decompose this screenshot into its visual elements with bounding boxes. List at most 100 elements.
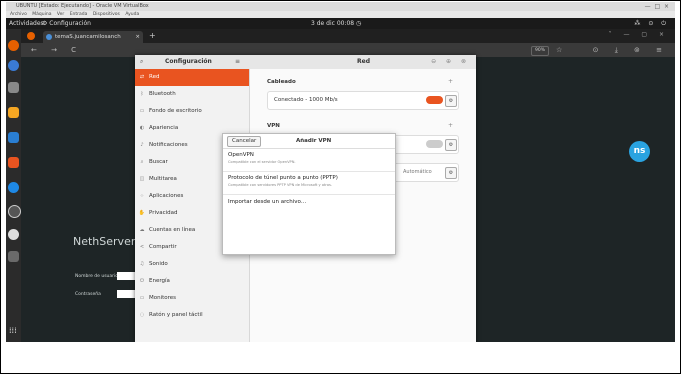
sidebar-item-red[interactable]: ⇄ Red <box>135 69 249 86</box>
settings-search-icon[interactable]: ⌕ <box>140 55 143 69</box>
sidebar-item-fondo-de-escritorio[interactable]: ▭ Fondo de escritorio <box>135 103 249 120</box>
dialog-header: Cancelar Añadir VPN <box>223 134 395 149</box>
vpn-add-icon[interactable]: + <box>448 122 453 129</box>
tab-strip: temaS.juancamilosanch × + ˅ — ▢ × <box>21 29 675 43</box>
sidebar-item-bluetooth[interactable]: ᛒ Bluetooth <box>135 86 249 103</box>
tab-favicon-icon <box>46 34 52 40</box>
vm-window-controls[interactable]: — □ × <box>645 2 669 11</box>
appearance-icon: ◐ <box>139 125 145 131</box>
settings-header: ⌕ Configuración ≡ Red ⊖ ⊕ ⊗ <box>135 55 476 70</box>
activities-button[interactable]: Actividades <box>9 18 44 29</box>
vpn-heading: VPN <box>267 123 280 129</box>
wired-toggle[interactable] <box>426 96 443 104</box>
vpn-option-name: Protocolo de túnel punto a punto (PPTP) <box>228 175 338 181</box>
tab-title: temaS.juancamilosanch <box>55 34 121 40</box>
firefox-icon[interactable] <box>8 40 19 51</box>
wired-heading: Cableado <box>267 79 296 85</box>
new-tab-icon[interactable]: + <box>149 31 156 40</box>
sidebar-item-label: Notificaciones <box>149 142 188 148</box>
sidebar-item-energía[interactable]: ⏻ Energía <box>135 273 249 290</box>
vpn-settings-gear-icon[interactable]: ⚙ <box>445 139 457 151</box>
window-controls[interactable]: ˅ — ▢ × <box>609 31 669 38</box>
files-icon[interactable] <box>8 82 19 93</box>
drive-icon[interactable] <box>8 251 19 262</box>
vpn-option-pptp[interactable]: Protocolo de túnel punto a punto (PPTP) … <box>223 172 395 195</box>
help-icon[interactable] <box>8 182 19 193</box>
vpn-option-name: Importar desde un archivo… <box>228 199 307 205</box>
wired-status: Conectado - 1000 Mb/s <box>274 97 338 103</box>
sidebar-item-sonido[interactable]: ♫ Sonido <box>135 256 249 273</box>
nethserver-logo: ns <box>629 141 650 162</box>
proxy-settings-gear-icon[interactable]: ⚙ <box>445 167 457 179</box>
multitask-icon: ◫ <box>139 176 145 182</box>
settings-window-controls[interactable]: ⊖ ⊕ ⊗ <box>431 55 470 69</box>
vm-menu-entrada[interactable]: Entrada <box>70 12 88 17</box>
sidebar-item-label: Energía <box>149 278 170 284</box>
monitor-icon: ▭ <box>139 295 145 301</box>
settings-title: Configuración <box>165 58 212 65</box>
sidebar-item-label: Sonido <box>149 261 168 267</box>
firefox-logo-icon <box>27 32 35 40</box>
toolbar-icons[interactable]: ⊙ ⤓ ⊚ ≡ <box>593 43 669 57</box>
panel-title: Red <box>357 58 370 65</box>
vpn-toggle[interactable] <box>426 140 443 148</box>
vm-menu-bar: Archivo Máquina Ver Entrada Dispositivos… <box>6 11 675 18</box>
add-vpn-dialog: Cancelar Añadir VPN OpenVPN Compatible c… <box>222 133 396 255</box>
thunderbird-icon[interactable] <box>8 60 19 71</box>
username-label: Nombre de usuario <box>75 274 119 279</box>
gnome-top-bar: Actividades ⚙ Configuración 3 de dic 00:… <box>6 18 675 29</box>
sidebar-item-label: Aplicaciones <box>149 193 184 199</box>
vpn-option-import[interactable]: Importar desde un archivo… <box>223 195 395 211</box>
proxy-value: Automático <box>403 169 432 175</box>
vm-title: UBUNTU [Estado: Ejecutando] - Oracle VM … <box>16 3 149 9</box>
tab-close-icon[interactable]: × <box>135 31 140 43</box>
sidebar-item-label: Red <box>149 74 160 80</box>
apps-icon: ⁘ <box>139 193 145 199</box>
zoom-badge[interactable]: 90% <box>531 46 550 56</box>
nav-buttons[interactable]: ← → C <box>31 43 82 57</box>
wired-add-icon[interactable]: + <box>448 78 453 85</box>
sound-icon: ♫ <box>139 261 145 267</box>
vm-title-bar: UBUNTU [Estado: Ejecutando] - Oracle VM … <box>6 2 675 11</box>
cancel-button[interactable]: Cancelar <box>227 136 262 147</box>
app-menu-label: Configuración <box>49 20 91 27</box>
sidebar-item-label: Apariencia <box>149 125 179 131</box>
disc-icon[interactable] <box>8 229 19 240</box>
sidebar-item-label: Privacidad <box>149 210 178 216</box>
vm-menu-dispositivos[interactable]: Dispositivos <box>93 12 120 17</box>
sidebar-item-label: Buscar <box>149 159 168 165</box>
rhythmbox-icon[interactable] <box>8 107 19 118</box>
wallpaper-icon: ▭ <box>139 108 145 114</box>
vm-menu-ayuda[interactable]: Ayuda <box>125 12 139 17</box>
software-icon[interactable] <box>8 157 19 168</box>
share-icon: < <box>139 244 145 250</box>
sidebar-item-monitores[interactable]: ▭ Monitores <box>135 290 249 307</box>
network-icon: ⇄ <box>139 74 145 80</box>
vpn-option-openvpn[interactable]: OpenVPN Compatible con el servidor OpenV… <box>223 149 395 172</box>
wired-card: Conectado - 1000 Mb/s ⚙ <box>267 91 459 110</box>
privacy-icon: ✋ <box>138 210 146 216</box>
wired-settings-gear-icon[interactable]: ⚙ <box>445 95 457 107</box>
password-label: Contraseña <box>75 292 101 297</box>
search-icon: ⌕ <box>140 159 144 165</box>
sidebar-item-ratón-y-panel-táctil[interactable]: ◌ Ratón y panel táctil <box>135 307 249 324</box>
bookmark-star-icon[interactable]: ☆ <box>556 43 562 57</box>
vpn-option-desc: Compatible con el servidor OpenVPN. <box>228 160 296 164</box>
vm-menu-maquina[interactable]: Máquina <box>32 12 51 17</box>
clock[interactable]: 3 de dic 00:08 ◷ <box>311 18 361 29</box>
settings-icon[interactable] <box>8 205 21 218</box>
sidebar-item-label: Compartir <box>149 244 177 250</box>
vm-menu-archivo[interactable]: Archivo <box>10 12 27 17</box>
system-tray[interactable]: ⁂ ⊙ ⏻ <box>634 18 669 29</box>
app-menu[interactable]: ⚙ Configuración <box>42 18 91 29</box>
mouse-icon: ◌ <box>139 312 145 318</box>
show-apps-icon[interactable]: ⁞⁞⁞ <box>9 326 17 335</box>
vm-menu-ver[interactable]: Ver <box>57 12 64 17</box>
power-icon: ⏻ <box>140 278 144 284</box>
sidebar-item-label: Bluetooth <box>149 91 176 97</box>
writer-icon[interactable] <box>8 132 19 143</box>
settings-menu-icon[interactable]: ≡ <box>235 55 240 69</box>
dock: ⁞⁞⁞ <box>6 29 21 342</box>
browser-tab[interactable]: temaS.juancamilosanch × <box>43 31 143 43</box>
sidebar-item-label: Ratón y panel táctil <box>149 312 203 318</box>
